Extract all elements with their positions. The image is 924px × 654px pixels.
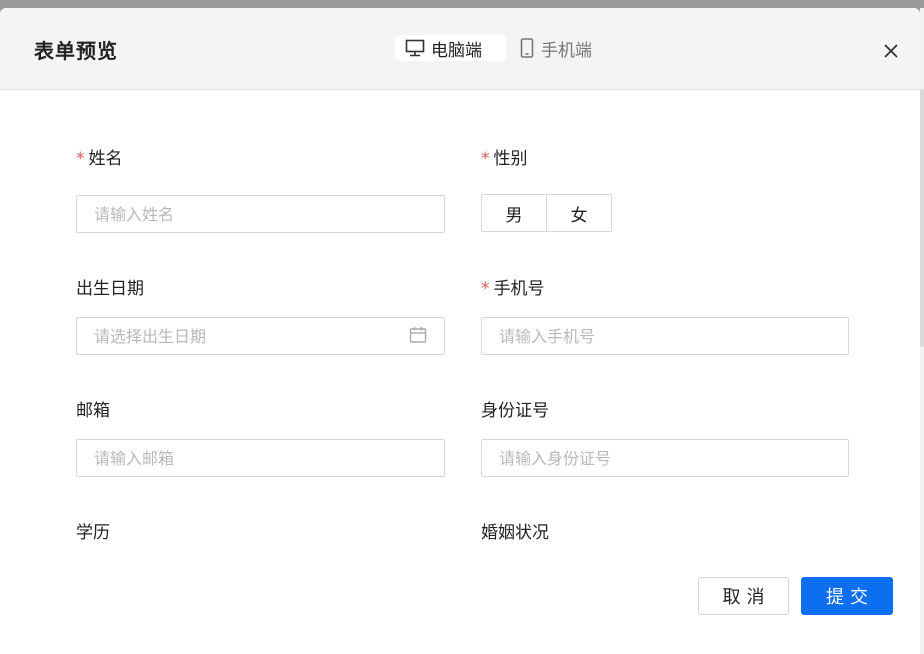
calendar-icon[interactable] (409, 326, 427, 344)
phone-input[interactable] (481, 317, 849, 355)
id-number-input[interactable] (481, 439, 849, 477)
form-body: *姓名 *性别 男 女 出生日期 *手机号 邮箱 身份证号 (0, 90, 920, 654)
mobile-icon (520, 38, 534, 58)
name-label: * 姓名 (76, 148, 123, 170)
gender-option-female[interactable]: 女 (546, 195, 611, 231)
required-mark: * (76, 149, 85, 169)
dialog-title: 表单预览 (34, 39, 118, 63)
tab-mobile-label: 手机端 (541, 40, 592, 61)
form-preview-dialog: 表单预览 电脑端 手机端 * 姓名 请输入姓名 * 性别 男 女 出生日期 请选… (0, 8, 920, 654)
phone-label-text: 手机号 (493, 279, 545, 299)
id-number-label: 身份证号 (481, 401, 549, 421)
email-label: 邮箱 (76, 401, 110, 421)
gender-label: * 性别 (481, 148, 528, 170)
gender-option-male[interactable]: 男 (482, 195, 546, 231)
close-button[interactable] (880, 40, 902, 62)
name-label-text: 姓名 (88, 149, 123, 169)
scrollbar-thumb[interactable] (920, 89, 924, 347)
desktop-icon (405, 39, 425, 57)
tab-desktop-label: 电脑端 (431, 40, 482, 61)
marital-status-label: 婚姻状况 (481, 523, 549, 543)
phone-label: * 手机号 (481, 278, 545, 300)
dialog-header: 表单预览 电脑端 手机端 (0, 8, 920, 90)
name-input[interactable] (76, 195, 445, 233)
birthdate-label: 出生日期 (76, 279, 144, 299)
birthdate-picker[interactable] (76, 317, 445, 355)
close-icon (884, 44, 898, 58)
cancel-button[interactable]: 取消 (698, 577, 789, 615)
tab-mobile[interactable]: 手机端 (511, 35, 621, 61)
gender-label-text: 性别 (493, 149, 528, 169)
education-label: 学历 (76, 523, 110, 543)
required-mark: * (481, 279, 490, 299)
gender-radio-group: 男 女 (481, 194, 612, 232)
email-input[interactable] (76, 439, 445, 477)
tab-desktop[interactable]: 电脑端 (395, 35, 506, 61)
submit-button[interactable]: 提交 (801, 577, 893, 615)
required-mark: * (481, 149, 490, 169)
